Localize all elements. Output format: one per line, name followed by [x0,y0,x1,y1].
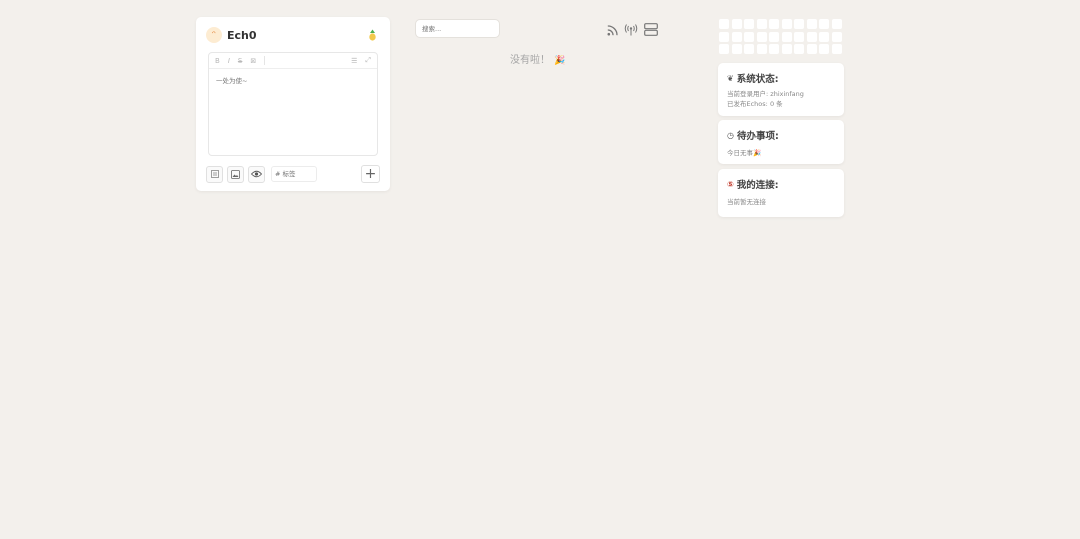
tag-input[interactable] [271,166,317,182]
heatmap-cell [831,19,842,29]
heatmap-cell [769,44,779,54]
heatmap-cell [731,19,742,29]
todo-title: ◷ 待办事项: [727,128,779,143]
empty-feed-message: 没有啦！ 🎉 [510,51,565,66]
editor-box[interactable]: B I S ⊠ ☰ ⤢ 一处为使~ [208,52,378,156]
editor-toolbar: B I S ⊠ ☰ ⤢ [209,53,377,69]
heatmap-cell [794,19,804,29]
current-user-line: 当前登录用户: zhixinfang [727,88,804,98]
heatmap-cell [744,31,754,42]
heatmap-cell [806,44,817,54]
heatmap-cell [756,31,767,42]
echos-label: 已发布Echos: [727,100,768,108]
server-icon[interactable] [644,21,658,40]
editor-actions: + [206,165,380,183]
search-input[interactable] [415,19,500,38]
image-insert-button[interactable]: ⊠ [250,57,256,65]
heatmap-cell [756,19,767,29]
heatmap-cell [819,44,829,54]
links-empty-text: 当前暂无连接 [727,198,766,206]
todo-text: 今日无事 [727,149,753,157]
links-title-text: 我的连接: [736,180,779,191]
heatmap-cell [719,44,729,54]
grid-icon [210,170,219,178]
top-icon-bar [607,21,658,40]
heatmap-cell [794,44,804,54]
empty-text: 没有啦！ [510,55,550,66]
add-button[interactable]: + [361,165,380,183]
image-upload-button[interactable] [227,165,244,183]
heatmap-cell [794,31,804,42]
links-card: ⑤ 我的连接: 当前暂无连接 [718,169,844,217]
expand-button[interactable]: ⤢ [365,56,371,65]
grid-button[interactable] [206,165,223,183]
echos-value: 0 [769,100,775,108]
heatmap-cell [806,19,817,29]
logo-icon: ᵔ [206,27,222,43]
clock-icon: ◷ [727,130,734,140]
status-icon: ❦ [727,73,734,83]
user-value: zhixinfang [770,90,804,98]
heatmap-cell [756,44,767,54]
todo-text-line: 今日无事🎉 [727,147,761,157]
party-icon: 🎉 [554,56,566,66]
todo-title-text: 待办事项: [736,131,779,142]
heatmap-cell [719,19,729,29]
heatmap-cell [769,31,779,42]
pineapple-icon[interactable] [366,28,378,42]
heatmap-cell [781,44,792,54]
link-icon: ⑤ [727,179,734,189]
image-icon [231,169,240,179]
rss-icon[interactable] [607,21,618,40]
eye-icon [251,170,262,178]
heatmap-cell [819,19,829,29]
echos-unit: 条 [776,100,783,108]
user-label: 当前登录用户: [727,90,769,98]
system-status-card: ❦ 系统状态: 当前登录用户: zhixinfang 已发布Echos: 0 条 [718,63,844,116]
heatmap-cell [744,44,754,54]
heatmap-cell [719,31,729,42]
echos-count-line: 已发布Echos: 0 条 [727,98,783,108]
heatmap-cell [831,31,842,42]
heatmap-cell [731,31,742,42]
app-title: Ech0 [227,28,257,42]
party-icon: 🎉 [753,149,762,157]
status-title: ❦ 系统状态: [727,71,779,86]
heatmap-cell [744,19,754,29]
preview-button[interactable] [248,165,265,183]
toolbar-divider [264,56,266,65]
list-button[interactable]: ☰ [351,57,357,65]
editor-header: ᵔ Ech0 [206,26,380,44]
todo-card: ◷ 待办事项: 今日无事🎉 [718,120,844,164]
bold-button[interactable]: B [215,57,220,65]
editor-textarea[interactable]: 一处为使~ [209,69,377,91]
links-title: ⑤ 我的连接: [727,177,779,192]
broadcast-icon[interactable] [624,21,638,40]
heatmap-cell [769,19,779,29]
editor-card: ᵔ Ech0 B I S ⊠ ☰ ⤢ 一处为使~ + [196,17,390,191]
heatmap-cell [731,44,742,54]
strike-button[interactable]: S [238,57,242,65]
status-title-text: 系统状态: [736,74,779,85]
heatmap-cell [819,31,829,42]
heatmap-cell [781,19,792,29]
activity-heatmap [719,19,842,54]
heatmap-cell [831,44,842,54]
italic-button[interactable]: I [228,57,230,65]
heatmap-cell [781,31,792,42]
heatmap-cell [806,31,817,42]
